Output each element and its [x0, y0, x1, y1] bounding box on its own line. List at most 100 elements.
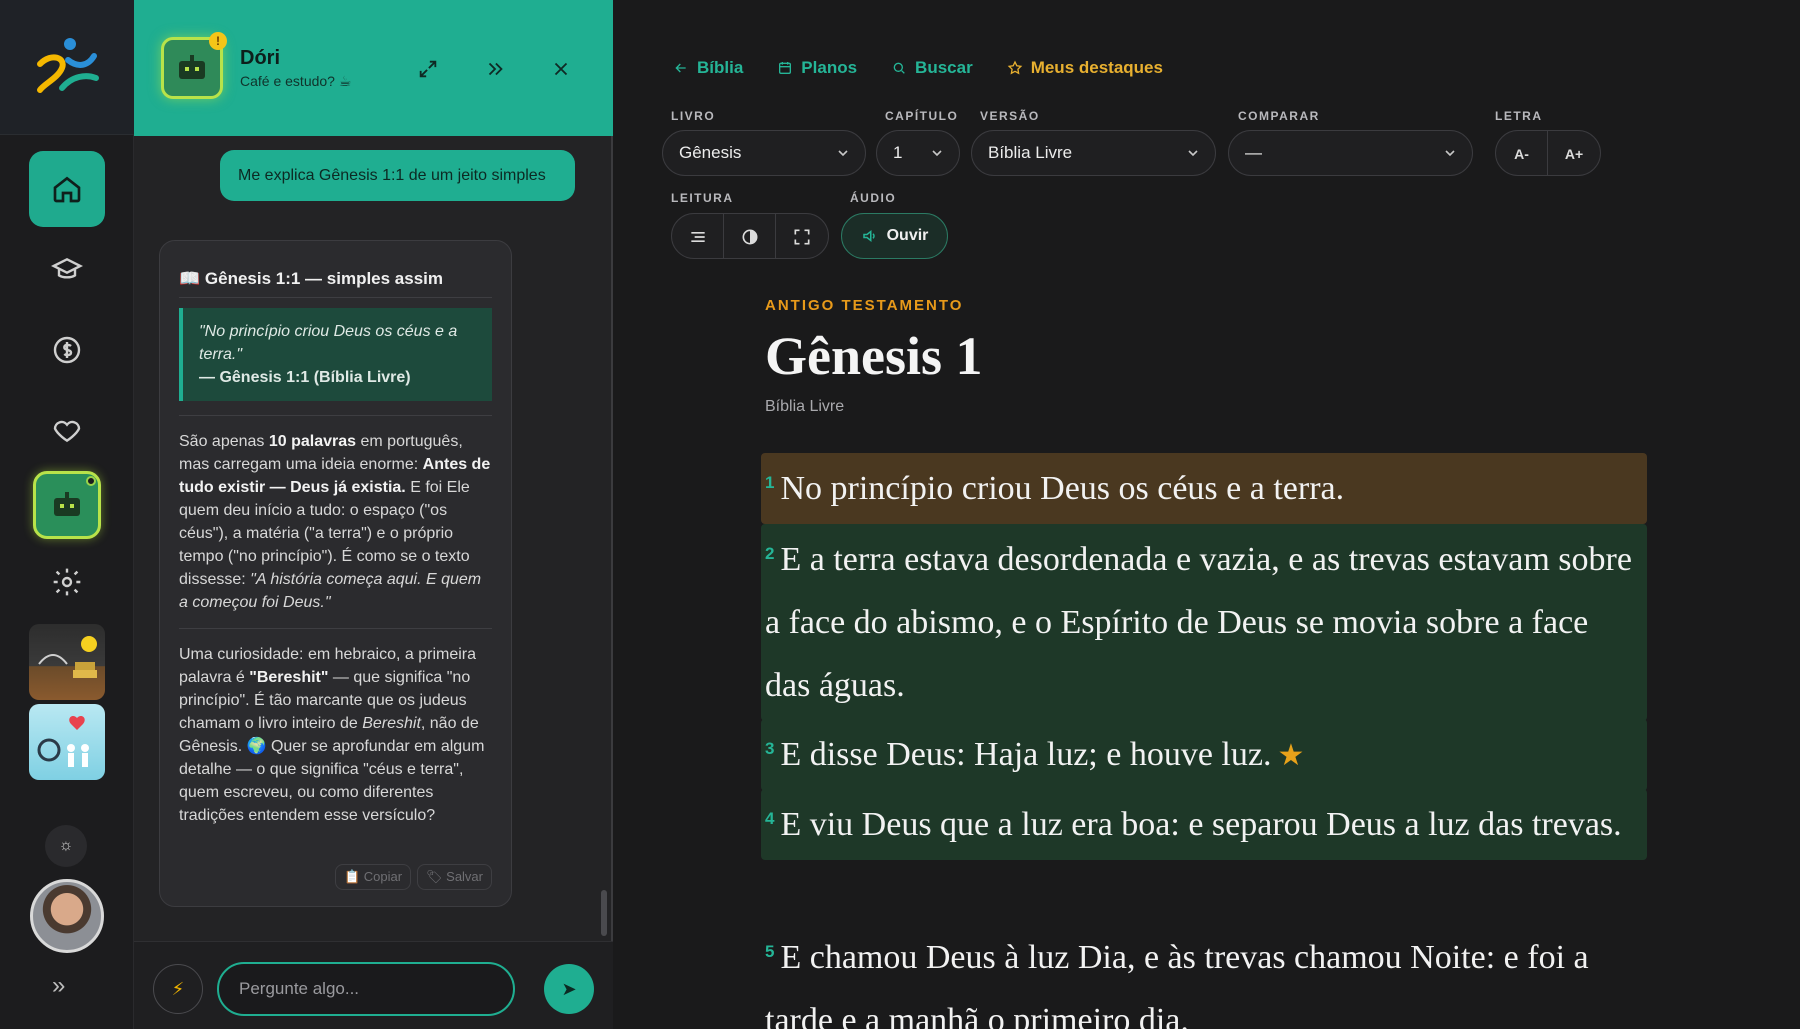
verse-3[interactable]: 3 E disse Deus: Haja luz; e houve luz. ★	[761, 719, 1647, 791]
chevron-down-icon	[838, 150, 848, 157]
ask-input[interactable]	[217, 962, 515, 1016]
divider	[179, 628, 492, 629]
send-button[interactable]: ➤	[544, 964, 594, 1014]
logo-icon	[37, 38, 99, 93]
response-paragraph-2: Uma curiosidade: em hebraico, a primeira…	[179, 646, 485, 824]
notification-badge: !	[209, 32, 227, 50]
verse-number: 2	[765, 544, 775, 563]
verse-text: E chamou Deus à luz Dia, e às trevas cha…	[765, 939, 1589, 1029]
left-rail: ☼ »	[0, 0, 134, 1029]
highlight-star-icon: ★	[1277, 739, 1305, 772]
favorites-button[interactable]	[29, 392, 105, 468]
health-app-thumbnail[interactable]	[29, 704, 105, 780]
graduation-cap-icon	[51, 257, 83, 279]
lightning-icon: ⚡	[171, 978, 185, 999]
family-stethoscope-icon	[37, 715, 89, 767]
nav-buscar[interactable]: Buscar	[891, 58, 973, 78]
version-select[interactable]: Bíblia Livre	[971, 130, 1216, 176]
nav-planos[interactable]: Planos	[777, 58, 857, 78]
card-actions: 📋 Copiar 🏷 Salvar	[334, 864, 492, 890]
testament-label: ANTIGO TESTAMENTO	[765, 297, 964, 314]
expand-sidebar-icon[interactable]: »	[52, 972, 65, 1000]
chat-header: ! Dóri Café e estudo? ☕	[134, 0, 613, 136]
fullscreen-button[interactable]	[776, 214, 828, 258]
sun-icon: ☼	[58, 837, 74, 854]
nav-biblia[interactable]: Bíblia	[673, 58, 743, 78]
quick-actions-button[interactable]: ⚡	[153, 964, 203, 1014]
save-button[interactable]: 🏷 Salvar	[417, 864, 492, 890]
home-button[interactable]	[29, 151, 105, 227]
quote-reference: — Gênesis 1:1 (Bíblia Livre)	[199, 369, 411, 386]
bot-name: Dóri	[240, 47, 280, 69]
chat-scrollbar[interactable]	[601, 890, 607, 936]
dollar-circle-icon	[53, 336, 81, 364]
chevron-down-icon	[1188, 150, 1198, 157]
chevron-down-icon	[1445, 150, 1455, 157]
chat-composer: ⚡ ➤	[134, 941, 613, 1029]
send-icon: ➤	[561, 978, 577, 999]
app-window: ☼ » ! Dóri Café e estudo? ☕ Me explica G…	[0, 0, 1800, 1029]
calendar-icon	[779, 62, 792, 74]
font-decrease-button[interactable]: A-	[1496, 131, 1548, 175]
contrast-button[interactable]	[724, 214, 776, 258]
font-label: LETRA	[1495, 109, 1543, 123]
bot-response-card: 📖 Gênesis 1:1 — simples assim "No princí…	[159, 240, 512, 907]
audio-label: ÁUDIO	[850, 191, 897, 205]
bot-status: Café e estudo? ☕	[240, 73, 352, 89]
home-icon	[53, 176, 81, 203]
verse-2[interactable]: 2E a terra estava desordenada e vazia, e…	[761, 524, 1647, 721]
gear-icon	[53, 568, 81, 596]
text-layout-button[interactable]	[672, 214, 724, 258]
bible-top-nav: Bíblia Planos Buscar Meus destaques	[673, 58, 1163, 78]
robot-icon	[179, 55, 205, 79]
font-size-controls: A- A+	[1495, 130, 1601, 176]
quote-text: "No princípio criou Deus os céus e a ter…	[199, 323, 458, 363]
bible-reader: Bíblia Planos Buscar Meus destaques LIVR…	[613, 0, 1800, 1029]
chapter-label: CAPÍTULO	[885, 109, 959, 123]
book-select[interactable]: Gênesis	[662, 130, 866, 176]
books-lamp-icon	[38, 636, 97, 678]
theme-toggle-button[interactable]: ☼	[45, 825, 87, 867]
finance-button[interactable]	[29, 312, 105, 388]
verse-5[interactable]: 5E chamou Deus à luz Dia, e às trevas ch…	[761, 922, 1647, 1029]
chapter-title: Gênesis 1	[765, 326, 983, 386]
user-avatar[interactable]	[30, 879, 104, 953]
search-icon	[893, 62, 905, 74]
settings-button[interactable]	[29, 544, 105, 620]
chapter-select[interactable]: 1	[876, 130, 960, 176]
speaker-icon	[862, 229, 875, 243]
app-logo[interactable]	[0, 0, 134, 135]
chat-panel: ! Dóri Café e estudo? ☕ Me explica Gênes…	[134, 0, 613, 1029]
status-dot	[86, 476, 96, 486]
expand-icon	[419, 60, 437, 78]
copy-button[interactable]: 📋 Copiar	[334, 864, 412, 890]
dori-assistant-button[interactable]	[33, 471, 101, 539]
nav-meus-destaques[interactable]: Meus destaques	[1007, 58, 1163, 78]
scripture-quote: "No princípio criou Deus os céus e a ter…	[179, 308, 492, 401]
verse-number: 4	[765, 809, 775, 828]
verse-text: E disse Deus: Haja luz; e houve luz.	[780, 736, 1272, 773]
verse-1[interactable]: 1 No princípio criou Deus os céus e a ter…	[761, 453, 1647, 524]
verse-4[interactable]: 4 E viu Deus que a luz era boa: e separou…	[761, 789, 1647, 860]
version-label: VERSÃO	[980, 109, 1040, 123]
close-chat-button[interactable]	[546, 54, 576, 84]
dock-chat-button[interactable]	[480, 54, 510, 84]
chevron-down-icon	[932, 150, 942, 157]
heart-icon	[53, 420, 81, 443]
font-increase-button[interactable]: A+	[1548, 131, 1600, 175]
verse-number: 1	[765, 473, 775, 492]
message-list[interactable]: Me explica Gênesis 1:1 de um jeito simpl…	[134, 136, 613, 941]
star-icon	[1007, 60, 1022, 75]
response-paragraph-1: São apenas 10 palavras em português, mas…	[179, 433, 491, 611]
listen-button[interactable]: Ouvir	[841, 213, 948, 259]
verse-number: 5	[765, 942, 775, 961]
courses-button[interactable]	[29, 232, 105, 308]
response-title: 📖 Gênesis 1:1 — simples assim	[179, 269, 492, 298]
verse-text: No princípio criou Deus os céus e a terr…	[780, 470, 1345, 507]
education-app-thumbnail[interactable]	[29, 624, 105, 700]
contrast-icon	[742, 229, 757, 245]
version-subtitle: Bíblia Livre	[765, 398, 845, 415]
expand-chat-button[interactable]	[413, 54, 443, 84]
verse-text: E a terra estava desordenada e vazia, e …	[765, 541, 1632, 704]
compare-select[interactable]: —	[1228, 130, 1473, 176]
